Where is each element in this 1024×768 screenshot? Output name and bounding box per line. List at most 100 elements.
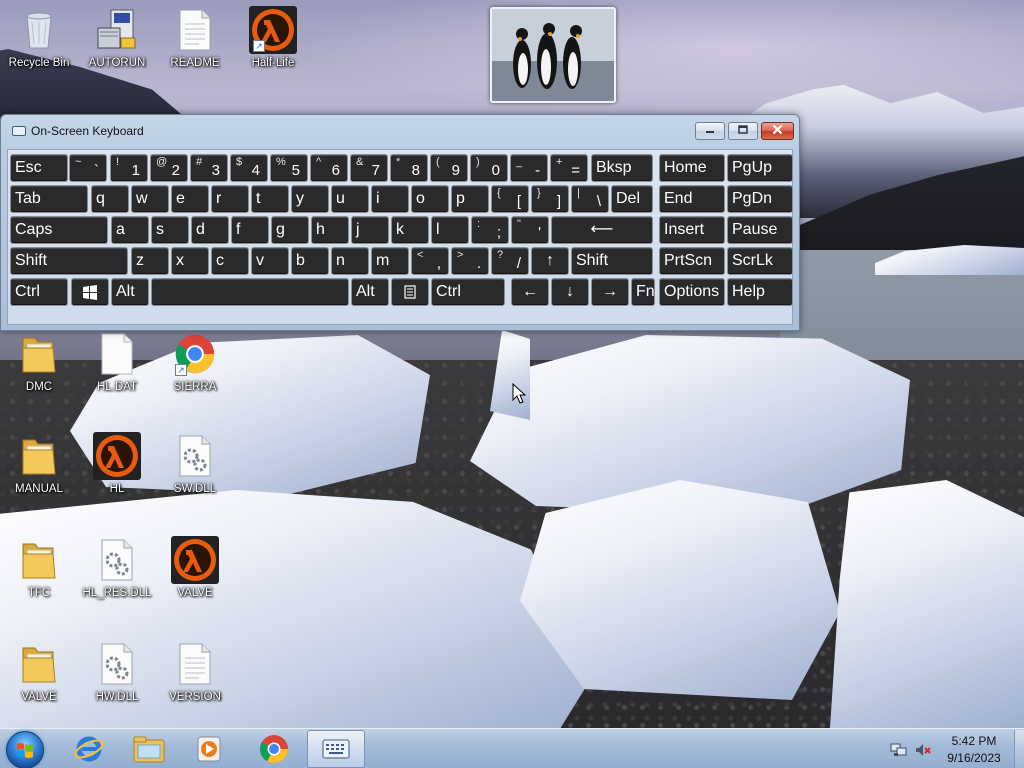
key-end[interactable]: End [659, 185, 725, 213]
key-esc[interactable]: Esc [10, 154, 68, 182]
key-m[interactable]: m [371, 247, 409, 275]
key-k[interactable]: k [391, 216, 429, 244]
key-menu[interactable] [391, 278, 429, 306]
key-up-arrow[interactable]: ↑ [531, 247, 569, 275]
key-caps[interactable]: Caps [10, 216, 108, 244]
penguin-photo-thumbnail[interactable] [490, 7, 616, 103]
key-e[interactable]: e [171, 185, 209, 213]
key-0[interactable]: ) 0 [470, 154, 508, 182]
close-button[interactable] [761, 122, 794, 140]
key-q[interactable]: q [91, 185, 129, 213]
key-ctrl[interactable]: Ctrl [431, 278, 505, 306]
key-[[interactable]: {[ [491, 185, 529, 213]
desktop-icon-dmc[interactable]: DMC [0, 330, 78, 393]
key-tab[interactable]: Tab [10, 185, 88, 213]
key-pgdn[interactable]: PgDn [727, 185, 793, 213]
tray-volume[interactable] [915, 742, 931, 763]
desktop-icon-autorun[interactable]: AUTORUN [78, 6, 156, 69]
desktop-icon-hl[interactable]: HL [78, 432, 156, 495]
desktop-icon-hl-dat[interactable]: HL.DAT [78, 330, 156, 393]
desktop-icon-sierra[interactable]: ↗ SIERRA [156, 330, 234, 393]
key-windows[interactable] [71, 278, 109, 306]
key-scrlk[interactable]: ScrLk [727, 247, 793, 275]
key-t[interactable]: t [251, 185, 289, 213]
start-button[interactable] [6, 731, 44, 768]
key-prtscn[interactable]: PrtScn [659, 247, 725, 275]
taskbar-on-screen-keyboard[interactable] [307, 730, 365, 768]
key-v[interactable]: v [251, 247, 289, 275]
key-del[interactable]: Del [611, 185, 653, 213]
key-d[interactable]: d [191, 216, 229, 244]
key-down-arrow[interactable]: ↓ [551, 278, 589, 306]
key-backtick[interactable]: ~ ` [69, 154, 107, 182]
desktop-icon-sw-dll[interactable]: SW.DLL [156, 432, 234, 495]
key-fn[interactable]: Fn [631, 278, 655, 306]
taskbar-file-explorer[interactable] [120, 730, 178, 768]
osk-title-bar[interactable]: On-Screen Keyboard [1, 115, 799, 147]
key-c[interactable]: c [211, 247, 249, 275]
key-right-arrow[interactable]: → [591, 278, 629, 306]
key--[interactable]: _ - [510, 154, 548, 182]
taskbar-internet-explorer[interactable] [60, 730, 118, 768]
key-n[interactable]: n [331, 247, 369, 275]
key-shift[interactable]: Shift [10, 247, 128, 275]
show-desktop-button[interactable] [1014, 730, 1024, 768]
key-h[interactable]: h [311, 216, 349, 244]
key-insert[interactable]: Insert [659, 216, 725, 244]
desktop-icon-manual[interactable]: MANUAL [0, 432, 78, 495]
key-shift[interactable]: Shift [571, 247, 653, 275]
key-pgup[interactable]: PgUp [727, 154, 793, 182]
key-i[interactable]: i [371, 185, 409, 213]
key-;[interactable]: :; [471, 216, 509, 244]
key-alt[interactable]: Alt [351, 278, 389, 306]
key-w[interactable]: w [131, 185, 169, 213]
desktop-icon-valve[interactable]: VALVE [156, 536, 234, 599]
key-=[interactable]: + = [550, 154, 588, 182]
minimize-button[interactable] [695, 122, 725, 140]
key-5[interactable]: % 5 [270, 154, 308, 182]
key-3[interactable]: #3 [190, 154, 228, 182]
key-2[interactable]: @2 [150, 154, 188, 182]
taskbar-media-player[interactable] [180, 730, 238, 768]
key-.[interactable]: >. [451, 247, 489, 275]
desktop-icon-version[interactable]: VERSION [156, 640, 234, 703]
key-z[interactable]: z [131, 247, 169, 275]
key-help[interactable]: Help [727, 278, 793, 306]
key-'[interactable]: " ' [511, 216, 549, 244]
taskbar-chrome[interactable] [245, 730, 303, 768]
tray-network[interactable] [890, 742, 908, 763]
desktop-icon-hl-res-dll[interactable]: HL_RES.DLL [78, 536, 156, 599]
key-left-arrow[interactable]: ← [511, 278, 549, 306]
desktop-icon-valve[interactable]: VALVE [0, 640, 78, 703]
key-9[interactable]: (9 [430, 154, 468, 182]
key-enter[interactable]: ⟵ [551, 216, 653, 244]
key-6[interactable]: ^ 6 [310, 154, 348, 182]
key-f[interactable]: f [231, 216, 269, 244]
key-1[interactable]: ! 1 [110, 154, 148, 182]
key-7[interactable]: & 7 [350, 154, 388, 182]
key-r[interactable]: r [211, 185, 249, 213]
key-p[interactable]: p [451, 185, 489, 213]
key-o[interactable]: o [411, 185, 449, 213]
key-8[interactable]: * 8 [390, 154, 428, 182]
key-u[interactable]: u [331, 185, 369, 213]
key-s[interactable]: s [151, 216, 189, 244]
desktop-icon-recycle-bin[interactable]: Recycle Bin [0, 6, 78, 69]
key-bksp[interactable]: Bksp [591, 154, 653, 182]
key-y[interactable]: y [291, 185, 329, 213]
key-options[interactable]: Options [659, 278, 725, 306]
key-g[interactable]: g [271, 216, 309, 244]
key-alt[interactable]: Alt [111, 278, 149, 306]
desktop-icon-tfc[interactable]: TFC [0, 536, 78, 599]
desktop-icon-half-life[interactable]: ↗ Half-Life [234, 6, 312, 69]
key-x[interactable]: x [171, 247, 209, 275]
maximize-button[interactable] [728, 122, 758, 140]
key-pause[interactable]: Pause [727, 216, 793, 244]
key-/[interactable]: ? / [491, 247, 529, 275]
desktop-icon-hw-dll[interactable]: HW.DLL [78, 640, 156, 703]
key-a[interactable]: a [111, 216, 149, 244]
key-l[interactable]: l [431, 216, 469, 244]
key-j[interactable]: j [351, 216, 389, 244]
key-4[interactable]: $4 [230, 154, 268, 182]
key-b[interactable]: b [291, 247, 329, 275]
